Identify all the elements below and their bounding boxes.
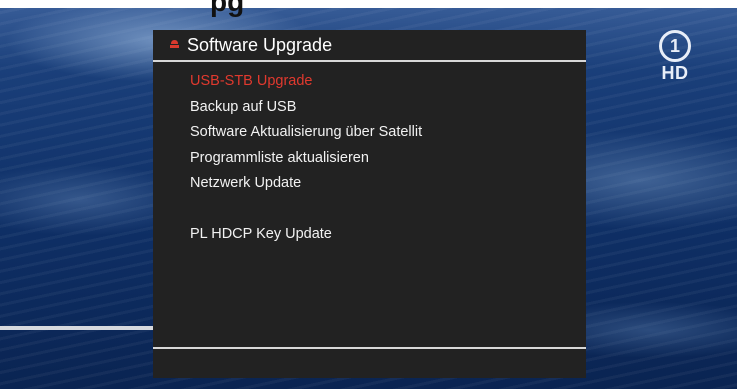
das-erste-logo-icon: 1 HD: [655, 30, 695, 83]
channel-number: 1: [659, 30, 691, 62]
menu-item-usb-stb-upgrade[interactable]: USB-STB Upgrade: [190, 69, 580, 95]
software-upgrade-dialog: Software Upgrade USB-STB Upgrade Backup …: [153, 30, 586, 378]
dialog-header: Software Upgrade: [153, 30, 586, 62]
menu-item-hdcp-key-update[interactable]: PL HDCP Key Update: [190, 222, 580, 248]
upgrade-menu: USB-STB Upgrade Backup auf USB Software …: [190, 69, 580, 247]
footer-divider: [153, 347, 586, 349]
menu-item-backup-usb[interactable]: Backup auf USB: [190, 95, 580, 121]
menu-spacer: [190, 197, 580, 222]
top-banner-strip: pg: [0, 0, 737, 17]
dialog-title: Software Upgrade: [187, 35, 333, 55]
menu-item-channel-list-update[interactable]: Programmliste aktualisieren: [190, 146, 580, 172]
progress-strip: [0, 326, 155, 330]
menu-bullet-icon: [170, 40, 179, 48]
menu-item-network-update[interactable]: Netzwerk Update: [190, 171, 580, 197]
menu-item-satellite-update[interactable]: Software Aktualisierung über Satellit: [190, 120, 580, 146]
channel-hd-label: HD: [661, 63, 689, 83]
header-divider: [153, 60, 586, 62]
top-title-fragment: pg: [210, 0, 245, 17]
